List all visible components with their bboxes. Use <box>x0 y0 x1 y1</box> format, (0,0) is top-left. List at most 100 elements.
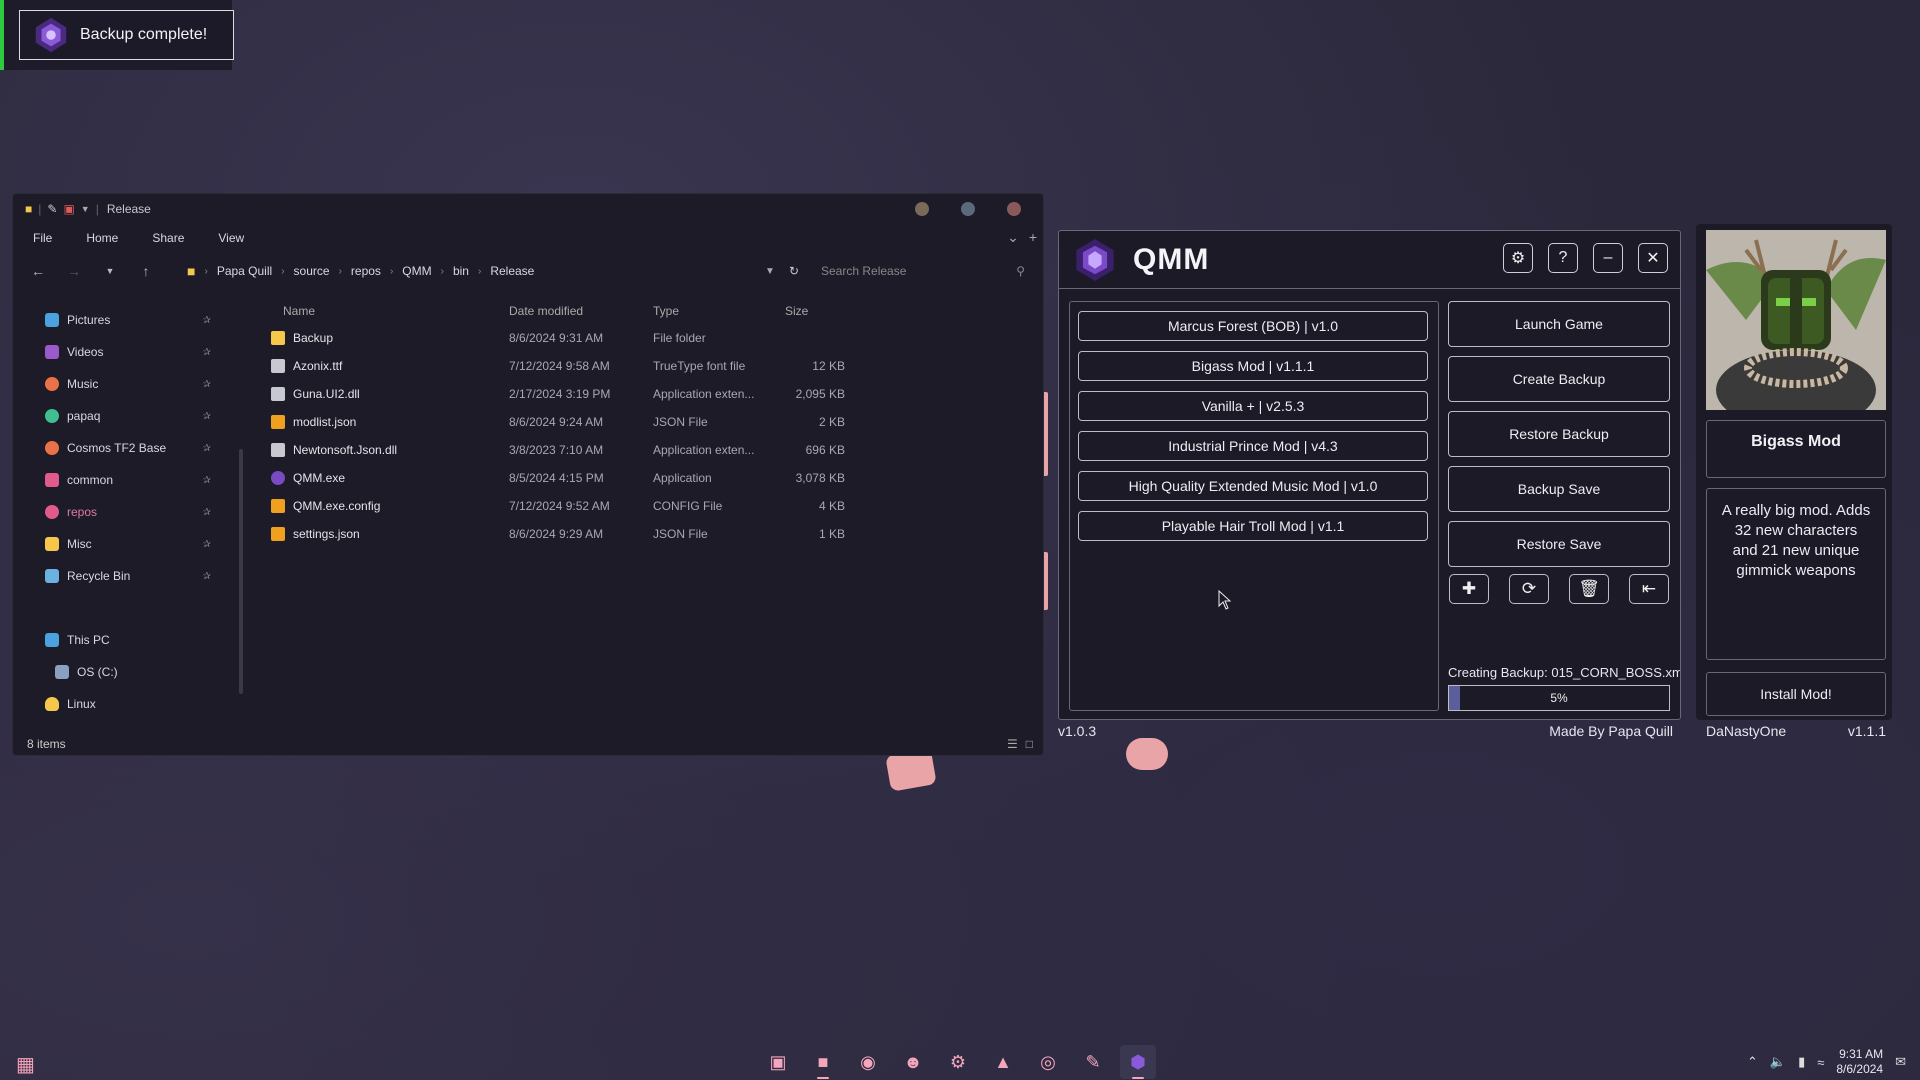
properties-icon[interactable]: ✎ <box>47 202 57 216</box>
breadcrumb-item[interactable]: Release <box>490 264 534 278</box>
sidebar-item-recycle-bin[interactable]: Recycle Bin ✰ <box>13 560 225 592</box>
clock[interactable]: 9:31 AM 8/6/2024 <box>1836 1047 1883 1077</box>
folder-icon[interactable]: ■ <box>25 202 32 216</box>
browser-icon[interactable]: ◉ <box>850 1045 886 1079</box>
file-explorer-icon[interactable]: ■ <box>805 1045 841 1079</box>
restore-backup-button[interactable]: Restore Backup <box>1448 411 1670 457</box>
sidebar-item-repos[interactable]: repos ✰ <box>13 496 225 528</box>
column-name[interactable]: Name <box>259 304 509 318</box>
running-indicator <box>817 1077 829 1079</box>
minimize-button[interactable]: – <box>1593 243 1623 273</box>
mod-version: v1.1.1 <box>1847 723 1886 739</box>
table-row[interactable]: modlist.json 8/6/2024 9:24 AM JSON File 2 K… <box>259 408 1039 436</box>
tab-share[interactable]: Share <box>152 231 184 245</box>
mod-item[interactable]: Playable Hair Troll Mod | v1.1 <box>1078 511 1428 541</box>
table-row[interactable]: QMM.exe 8/5/2024 4:15 PM Application 3,078 … <box>259 464 1039 492</box>
table-row[interactable]: Backup 8/6/2024 9:31 AM File folder <box>259 324 1039 352</box>
desktop-app-icon[interactable]: ▣ <box>760 1045 796 1079</box>
breadcrumb-item[interactable]: bin <box>453 264 469 278</box>
tiles-view-icon[interactable]: □ <box>1026 737 1033 751</box>
notification-icon[interactable]: ✉ <box>1895 1054 1906 1070</box>
taskbar: ▦ ▣ ■ ◉ ☻ ⚙ ▲ ◎ ✎ ⬢ ⌃ 🔈 ▮ ≈ 9:31 AM 8/6/… <box>0 1044 1920 1080</box>
file-type: Application <box>653 471 712 485</box>
affinity-icon[interactable]: ▲ <box>985 1045 1021 1079</box>
wifi-icon[interactable]: ≈ <box>1817 1055 1824 1070</box>
breadcrumb-item[interactable]: Papa Quill <box>217 264 272 278</box>
paint-icon[interactable]: ✎ <box>1075 1045 1111 1079</box>
mod-item[interactable]: High Quality Extended Music Mod | v1.0 <box>1078 471 1428 501</box>
column-date[interactable]: Date modified <box>509 304 653 318</box>
mod-item[interactable]: Bigass Mod | v1.1.1 <box>1078 351 1428 381</box>
recent-locations-button[interactable]: ▼ <box>95 266 125 276</box>
backup-save-button[interactable]: Backup Save <box>1448 466 1670 512</box>
expand-ribbon-icon[interactable]: ⌄ <box>1007 229 1019 246</box>
sidebar-item-linux[interactable]: Linux <box>13 688 225 720</box>
sidebar-item-music[interactable]: Music ✰ <box>13 368 225 400</box>
plus-icon[interactable]: + <box>1029 229 1037 246</box>
breadcrumb-item[interactable]: source <box>294 264 330 278</box>
sidebar-scrollbar[interactable] <box>239 449 243 694</box>
new-folder-icon[interactable]: ▣ <box>63 202 74 216</box>
table-row[interactable]: Guna.UI2.dll 2/17/2024 3:19 PM Application… <box>259 380 1039 408</box>
qmm-titlebar[interactable]: QMM ⚙ ? – ✕ <box>1059 231 1680 289</box>
steam-icon[interactable]: ⚙ <box>940 1045 976 1079</box>
sidebar-item-os-c[interactable]: OS (C:) <box>13 656 225 688</box>
install-mod-button[interactable]: Install Mod! <box>1706 672 1886 716</box>
refresh-button[interactable]: ⟳ <box>1509 574 1549 604</box>
mod-item[interactable]: Industrial Prince Mod | v4.3 <box>1078 431 1428 461</box>
sidebar-item-papaq[interactable]: papaq ✰ <box>13 400 225 432</box>
tab-view[interactable]: View <box>218 231 244 245</box>
close-button[interactable] <box>1007 202 1021 216</box>
chevron-down-icon[interactable]: ▼ <box>81 204 90 214</box>
details-view-icon[interactable]: ☰ <box>1007 737 1018 751</box>
breadcrumb-item[interactable]: repos <box>351 264 381 278</box>
back-button[interactable]: ← <box>23 263 53 279</box>
qmm-taskbar-icon[interactable]: ⬢ <box>1120 1045 1156 1079</box>
battery-icon[interactable]: ▮ <box>1798 1054 1805 1070</box>
mod-item[interactable]: Marcus Forest (BOB) | v1.0 <box>1078 311 1428 341</box>
obs-icon[interactable]: ◎ <box>1030 1045 1066 1079</box>
table-row[interactable]: Azonix.ttf 7/12/2024 9:58 AM TrueType font… <box>259 352 1039 380</box>
create-backup-button[interactable]: Create Backup <box>1448 356 1670 402</box>
chevron-down-icon[interactable]: ▼ <box>765 266 775 277</box>
table-row[interactable]: settings.json 8/6/2024 9:29 AM JSON File 1 … <box>259 520 1039 548</box>
forward-button[interactable]: → <box>59 263 89 279</box>
close-button[interactable]: ✕ <box>1638 243 1668 273</box>
sidebar-item-common[interactable]: common ✰ <box>13 464 225 496</box>
settings-button[interactable]: ⚙ <box>1503 243 1533 273</box>
restore-save-button[interactable]: Restore Save <box>1448 521 1670 567</box>
table-row[interactable]: Newtonsoft.Json.dll 3/8/2023 7:10 AM Appli… <box>259 436 1039 464</box>
refresh-icon[interactable]: ↻ <box>789 264 799 278</box>
launch-game-button[interactable]: Launch Game <box>1448 301 1670 347</box>
sidebar-item-videos[interactable]: Videos ✰ <box>13 336 225 368</box>
add-mod-button[interactable]: ✚ <box>1449 574 1489 604</box>
table-row[interactable]: QMM.exe.config 7/12/2024 9:52 AM CONFIG Fi… <box>259 492 1039 520</box>
tab-file[interactable]: File <box>33 231 52 245</box>
sidebar-item-cosmos[interactable]: Cosmos TF2 Base ✰ <box>13 432 225 464</box>
minimize-button[interactable] <box>915 202 929 216</box>
search-input[interactable]: Search Release ⚲ <box>813 259 1033 283</box>
mod-details-footer: DaNastyOne v1.1.1 <box>1706 723 1886 739</box>
chevron-up-icon[interactable]: ⌃ <box>1747 1054 1758 1070</box>
discord-icon[interactable]: ☻ <box>895 1045 931 1079</box>
tab-home[interactable]: Home <box>86 231 118 245</box>
up-button[interactable]: ↑ <box>131 263 161 279</box>
sidebar-item-pictures[interactable]: Pictures ✰ <box>13 304 225 336</box>
volume-icon[interactable]: 🔈 <box>1770 1054 1786 1070</box>
delete-mod-button[interactable]: 🗑 <box>1569 574 1609 604</box>
export-button[interactable]: ⇤ <box>1629 574 1669 604</box>
start-menu-icon[interactable]: ▦ <box>16 1052 38 1076</box>
sidebar-item-misc[interactable]: Misc ✰ <box>13 528 225 560</box>
maximize-button[interactable] <box>961 202 975 216</box>
breadcrumb-item[interactable]: QMM <box>402 264 431 278</box>
search-icon: ⚲ <box>1016 264 1025 278</box>
help-button[interactable]: ? <box>1548 243 1578 273</box>
address-bar: ← → ▼ ↑ ■ › Papa Quill › source › repos … <box>13 252 1043 290</box>
column-size[interactable]: Size <box>773 304 845 318</box>
github-icon <box>45 505 59 519</box>
mod-item[interactable]: Vanilla + | v2.5.3 <box>1078 391 1428 421</box>
sidebar-item-this-pc[interactable]: This PC <box>13 624 225 656</box>
toast-body[interactable]: Backup complete! <box>19 10 234 60</box>
qmm-logo-icon <box>1076 238 1114 281</box>
column-type[interactable]: Type <box>653 304 773 318</box>
